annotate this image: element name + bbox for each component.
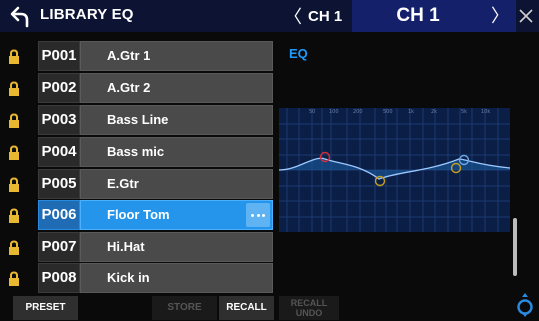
scrollbar[interactable] [513,218,517,276]
library-item-code: P007 [38,232,80,262]
library-item-code: P003 [38,105,80,135]
library-item-name: Hi.Hat [80,232,273,262]
page-title: LIBRARY EQ [40,6,134,23]
lock-icon [9,145,19,160]
library-item-name: Bass Line [80,105,273,135]
previous-channel-button[interactable]: 〈 CH 1 [284,0,348,32]
lock-icon [9,49,19,64]
encoder-knob-icon[interactable] [517,292,533,318]
freq-tick-label: 5k [461,109,467,115]
library-item-code: P004 [38,137,80,167]
recall-undo-line2: UNDO [295,308,323,318]
library-item-code: P006 [38,200,80,230]
lock-icon [9,81,19,96]
lock-icon [9,208,19,223]
library-item-code: P001 [38,41,80,71]
freq-tick-label: 2k [431,109,437,115]
lock-icon [9,240,19,255]
library-item[interactable]: P002 A.Gtr 2 [0,73,273,104]
library-item[interactable]: P001 A.Gtr 1 [0,41,273,72]
library-item[interactable]: P007 Hi.Hat [0,232,273,263]
title-bar: LIBRARY EQ 〈 CH 1 CH 1 〉 [0,0,539,32]
library-item-name: Bass mic [80,137,273,167]
freq-tick-label: 200 [353,109,363,115]
library-item[interactable]: P008 Kick in [0,263,273,294]
library-item[interactable]: P004 Bass mic [0,137,273,168]
lock-icon [9,271,19,286]
freq-tick-label: 50 [309,109,315,115]
chevron-right-icon[interactable]: 〉 [488,0,512,32]
back-arrow-icon[interactable] [8,4,32,28]
recall-undo-line1: RECALL [290,298,328,308]
eq-title: EQ [289,46,308,61]
freq-tick-label: 1k [408,109,414,115]
freq-tick-label: 100 [329,109,339,115]
library-item[interactable]: P005 E.Gtr [0,169,273,200]
library-item-code: P002 [38,73,80,103]
channel-name: CH 1 [396,5,440,26]
freq-tick-label: 10k [481,109,490,115]
previous-channel-label: CH 1 [308,7,343,25]
channel-selector[interactable]: CH 1 〉 [352,0,516,32]
store-button[interactable]: STORE [152,296,217,320]
library-item[interactable]: P003 Bass Line [0,105,273,136]
library-item-name: A.Gtr 1 [80,41,273,71]
freq-tick-label: 500 [383,109,393,115]
chevron-left-icon: 〈 [284,7,302,27]
recall-undo-button[interactable]: RECALL UNDO [279,296,339,320]
library-item-name: A.Gtr 2 [80,73,273,103]
library-item-name: Floor Tom [80,200,273,230]
library-item-name: E.Gtr [80,169,273,199]
lock-icon [9,177,19,192]
close-icon[interactable] [518,8,534,24]
more-options-button[interactable] [246,203,270,227]
library-item-name: Kick in [80,263,273,293]
library-item-code: P008 [38,263,80,293]
library-item-selected[interactable]: P006 Floor Tom [0,200,273,231]
library-item-code: P005 [38,169,80,199]
recall-button[interactable]: RECALL [219,296,274,320]
eq-graph: 50 100 200 500 1k 2k 5k 10k [279,108,510,232]
lock-icon [9,113,19,128]
preset-button[interactable]: PRESET [13,296,78,320]
